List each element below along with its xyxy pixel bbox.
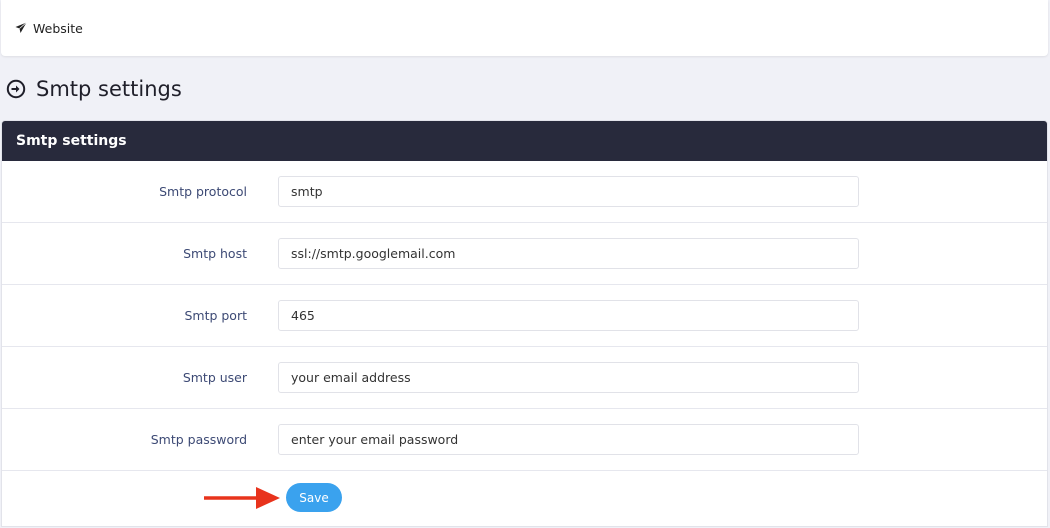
smtp-settings-card: Smtp settings Smtp protocol Smtp host Sm… [1, 120, 1048, 527]
paper-plane-icon [15, 22, 27, 34]
save-button[interactable]: Save [286, 483, 342, 512]
smtp-user-label: Smtp user [182, 370, 247, 385]
top-bar: Website [1, 0, 1048, 56]
form-row-host: Smtp host [2, 223, 1047, 285]
red-arrow-icon [204, 486, 282, 510]
smtp-host-input[interactable] [278, 238, 859, 269]
circle-arrow-right-icon [6, 79, 26, 99]
smtp-port-label: Smtp port [184, 308, 247, 323]
smtp-protocol-input[interactable] [278, 176, 859, 207]
form-row-password: Smtp password [2, 409, 1047, 471]
form-row-user: Smtp user [2, 347, 1047, 409]
smtp-host-label: Smtp host [183, 246, 247, 261]
page-heading: Smtp settings [6, 74, 182, 104]
form-row-protocol: Smtp protocol [2, 161, 1047, 223]
smtp-protocol-label: Smtp protocol [159, 184, 247, 199]
form-actions: Save [2, 471, 1047, 526]
smtp-user-input[interactable] [278, 362, 859, 393]
smtp-password-input[interactable] [278, 424, 859, 455]
card-title: Smtp settings [16, 133, 127, 149]
card-header: Smtp settings [2, 121, 1047, 161]
website-link[interactable]: Website [33, 21, 83, 36]
smtp-password-label: Smtp password [150, 432, 247, 447]
form-row-port: Smtp port [2, 285, 1047, 347]
page-title: Smtp settings [36, 77, 182, 101]
smtp-port-input[interactable] [278, 300, 859, 331]
